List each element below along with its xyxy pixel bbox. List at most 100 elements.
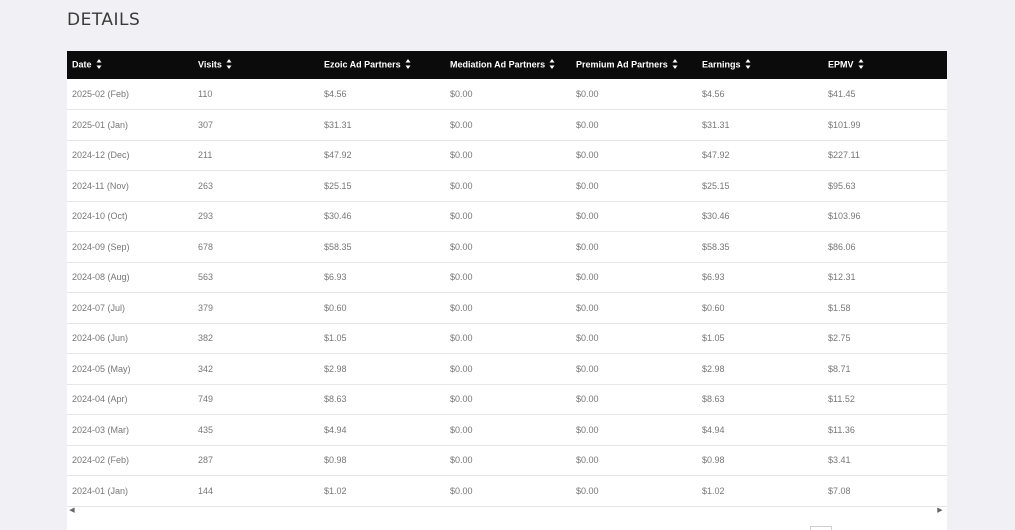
table-cell: $0.00: [450, 424, 473, 435]
table-cell: 2024-11 (Nov): [72, 180, 129, 191]
column-header-label: Date: [72, 59, 92, 70]
table-cell: $0.00: [576, 455, 599, 466]
table-cell: $0.00: [576, 363, 599, 374]
table-cell: 293: [198, 211, 214, 222]
column-header-label: Ezoic Ad Partners: [324, 59, 401, 70]
table-cell: 563: [198, 272, 214, 283]
page-title: DETAILS: [67, 10, 141, 30]
column-header-label: Premium Ad Partners: [576, 59, 668, 70]
table-cell: $0.60: [324, 302, 347, 313]
table-row: 2024-10 (Oct) 293 $30.46 $0.00 $0.00 $30.46 $1…: [67, 201, 947, 232]
column-header-label: Mediation Ad Partners: [450, 59, 546, 70]
table-row: 2024-11 (Nov) 263 $25.15 $0.00 $0.00 $25.15 $9…: [67, 171, 947, 201]
table-row: 2024-12 (Dec) 211 $47.92 $0.00 $0.00 $47.92 $2…: [67, 140, 947, 171]
table-cell: 307: [198, 119, 214, 130]
table-cell: $1.58: [828, 302, 851, 313]
table-cell: $58.35: [324, 241, 352, 252]
table-cell: 287: [198, 455, 214, 466]
table-cell: $8.71: [828, 363, 851, 374]
table-cell: $7.08: [828, 485, 851, 496]
sort-icon[interactable]: [672, 58, 678, 70]
pagination-box[interactable]: [810, 526, 832, 530]
column-header[interactable]: Visits: [193, 51, 319, 79]
sort-icon[interactable]: [745, 58, 751, 70]
table-cell: $47.92: [702, 150, 730, 161]
table-cell: $0.00: [576, 89, 599, 99]
table-row: 2025-01 (Jan) 307 $31.31 $0.00 $0.00 $31.31 $1…: [67, 110, 947, 140]
table-cell: 2024-09 (Sep): [72, 241, 130, 252]
table-row: 2024-07 (Jul) 379 $0.60 $0.00 $0.00 $0.60 $1.5…: [67, 293, 947, 323]
table-cell: 435: [198, 424, 214, 435]
table-cell: 379: [198, 302, 214, 313]
table-cell: $2.98: [702, 363, 725, 374]
table-cell: $0.00: [450, 180, 473, 191]
table-cell: $227.11: [828, 150, 860, 161]
arrow-right-icon[interactable]: ▶: [935, 506, 945, 516]
table-cell: $6.93: [324, 272, 347, 283]
table-cell: 2024-05 (May): [72, 363, 131, 374]
table-cell: $0.00: [450, 485, 473, 496]
table-cell: $25.15: [324, 180, 352, 191]
sort-icon[interactable]: [858, 58, 864, 70]
table-cell: 2024-04 (Apr): [72, 394, 128, 405]
table-cell: $101.99: [828, 119, 861, 130]
table-cell: $0.00: [576, 272, 599, 283]
table-cell: $0.98: [702, 455, 725, 466]
table-cell: $0.00: [450, 89, 473, 99]
sort-icon[interactable]: [96, 58, 102, 70]
table-cell: 110: [198, 89, 213, 99]
sort-icon[interactable]: [405, 58, 411, 70]
table-cell: $86.06: [828, 241, 856, 252]
table-cell: $31.31: [702, 119, 730, 130]
table-row: 2024-09 (Sep) 678 $58.35 $0.00 $0.00 $58.35 $8…: [67, 232, 947, 262]
column-header[interactable]: Premium Ad Partners: [571, 51, 697, 79]
column-header-label: Earnings: [702, 59, 741, 70]
column-header[interactable]: Mediation Ad Partners: [445, 51, 571, 79]
table-cell: $0.00: [576, 180, 599, 191]
table-cell: $1.02: [702, 485, 725, 496]
table-cell: $31.31: [324, 119, 352, 130]
table-cell: 2024-10 (Oct): [72, 211, 128, 222]
table-cell: 2024-08 (Aug): [72, 272, 130, 283]
table-cell: $0.00: [450, 333, 473, 344]
table-cell: 2025-01 (Jan): [72, 119, 129, 130]
sort-icon[interactable]: [549, 58, 555, 70]
table-cell: 2025-02 (Feb): [72, 89, 130, 99]
table-cell: $25.15: [702, 180, 730, 191]
table-cell: $103.96: [828, 211, 861, 222]
table-body: 2025-02 (Feb) 110 $4.56 $0.00 $0.00 $4.56 $41.…: [67, 79, 947, 506]
table-cell: $0.00: [576, 333, 599, 344]
table-cell: $8.63: [324, 394, 347, 405]
table-cell: $41.45: [828, 89, 856, 99]
table-cell: 382: [198, 333, 214, 344]
table-cell: $4.94: [702, 424, 725, 435]
arrow-left-icon[interactable]: ◀: [67, 506, 77, 516]
details-table: Date Visits Ezoic Ad Partners Mediation Ad …: [67, 51, 947, 507]
table-row: 2024-06 (Jun) 382 $1.05 $0.00 $0.00 $1.05 $2.7…: [67, 323, 947, 354]
table-cell: $1.05: [324, 333, 347, 344]
table-cell: $0.00: [450, 211, 473, 222]
column-header[interactable]: Earnings: [697, 51, 823, 79]
table-cell: $0.00: [450, 455, 473, 466]
table-cell: $0.60: [702, 302, 725, 313]
table-row: 2024-04 (Apr) 749 $8.63 $0.00 $0.00 $8.63 $11.…: [67, 384, 947, 415]
sort-icon[interactable]: [226, 58, 232, 70]
table-cell: 749: [198, 394, 214, 405]
table-cell: $0.00: [450, 119, 473, 130]
table-cell: 678: [198, 241, 214, 252]
column-header[interactable]: Date: [67, 51, 193, 79]
column-header[interactable]: EPMV: [823, 51, 947, 79]
table-cell: 2024-02 (Feb): [72, 455, 130, 466]
details-table-card: Date Visits Ezoic Ad Partners Mediation Ad …: [67, 51, 947, 530]
table-cell: 2024-01 (Jan): [72, 485, 129, 496]
table-cell: $11.36: [828, 424, 855, 435]
table-cell: $12.31: [828, 272, 856, 283]
table-cell: $11.52: [828, 394, 855, 405]
table-cell: $2.75: [828, 333, 851, 344]
table-cell: 2024-03 (Mar): [72, 424, 130, 435]
column-header[interactable]: Ezoic Ad Partners: [319, 51, 445, 79]
table-cell: $0.00: [450, 241, 473, 252]
horizontal-scrollbar[interactable]: ◀ ▶: [67, 506, 947, 516]
table-cell: $58.35: [702, 241, 730, 252]
table-cell: 263: [198, 180, 214, 191]
